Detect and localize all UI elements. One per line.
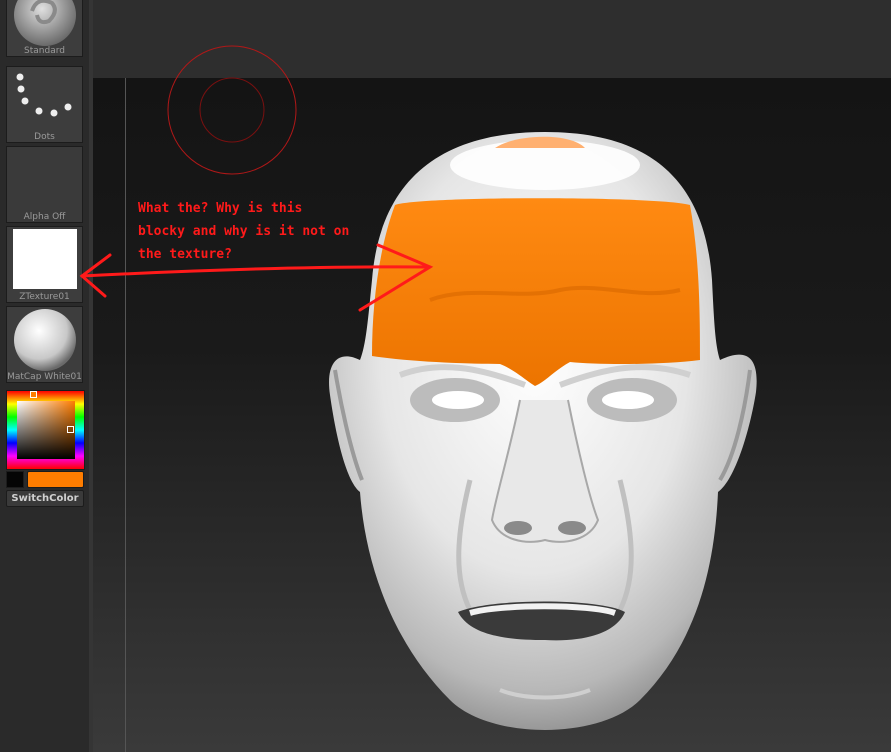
- viewport-overlay: [79, 45, 757, 730]
- annotation-text: What the? Why is this blocky and why is …: [138, 201, 350, 262]
- brush-cursor: [167, 45, 297, 175]
